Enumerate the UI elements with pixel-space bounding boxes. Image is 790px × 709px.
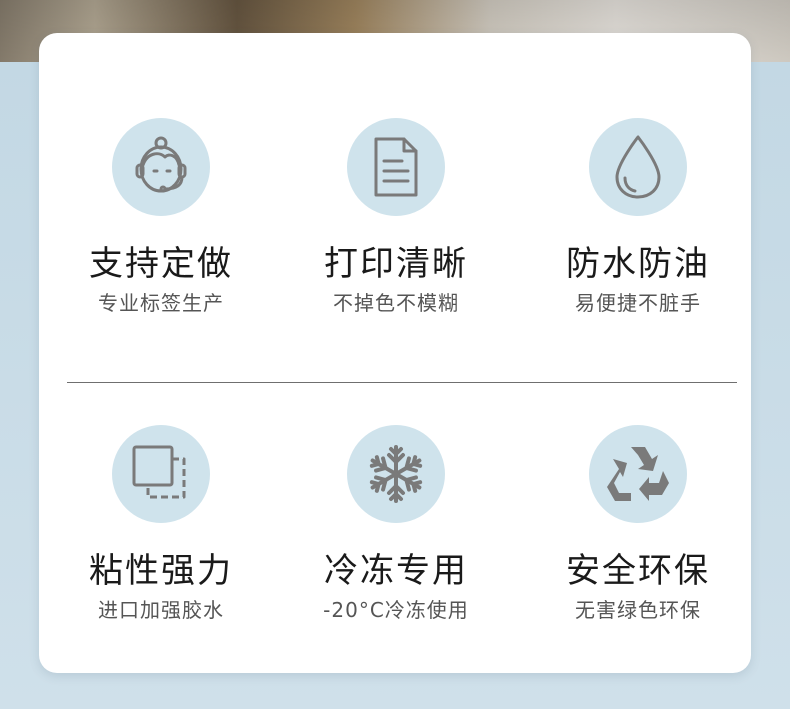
feature-title: 打印清晰 xyxy=(324,244,468,284)
feature-title: 安全环保 xyxy=(566,551,710,591)
feature-title: 粘性强力 xyxy=(89,551,233,591)
feature-subtitle: -20°C冷冻使用 xyxy=(323,598,469,622)
sticky-label-icon xyxy=(112,425,210,523)
feature-subtitle: 不掉色不模糊 xyxy=(333,291,459,315)
feature-eco-friendly: 安全环保 无害绿色环保 xyxy=(518,425,758,623)
row-divider xyxy=(67,382,737,383)
feature-subtitle: 专业标签生产 xyxy=(98,291,224,315)
water-drop-icon xyxy=(589,118,687,216)
feature-subtitle: 进口加强胶水 xyxy=(98,598,224,622)
feature-custom: 支持定做 专业标签生产 xyxy=(41,118,281,316)
customer-service-icon xyxy=(112,118,210,216)
feature-title: 防水防油 xyxy=(566,244,710,284)
feature-title: 支持定做 xyxy=(89,244,233,284)
document-icon xyxy=(347,118,445,216)
feature-title: 冷冻专用 xyxy=(324,551,468,591)
recycle-icon xyxy=(589,425,687,523)
feature-clear-print: 打印清晰 不掉色不模糊 xyxy=(276,118,516,316)
feature-waterproof: 防水防油 易便捷不脏手 xyxy=(518,118,758,316)
features-card: 支持定做 专业标签生产 打印清晰 不掉色不模糊 防水防油 易便捷不脏手 粘性强力… xyxy=(39,33,751,673)
feature-freezer: 冷冻专用 -20°C冷冻使用 xyxy=(276,425,516,623)
feature-subtitle: 易便捷不脏手 xyxy=(575,291,701,315)
feature-subtitle: 无害绿色环保 xyxy=(575,598,701,622)
feature-strong-adhesive: 粘性强力 进口加强胶水 xyxy=(41,425,281,623)
snowflake-icon xyxy=(347,425,445,523)
